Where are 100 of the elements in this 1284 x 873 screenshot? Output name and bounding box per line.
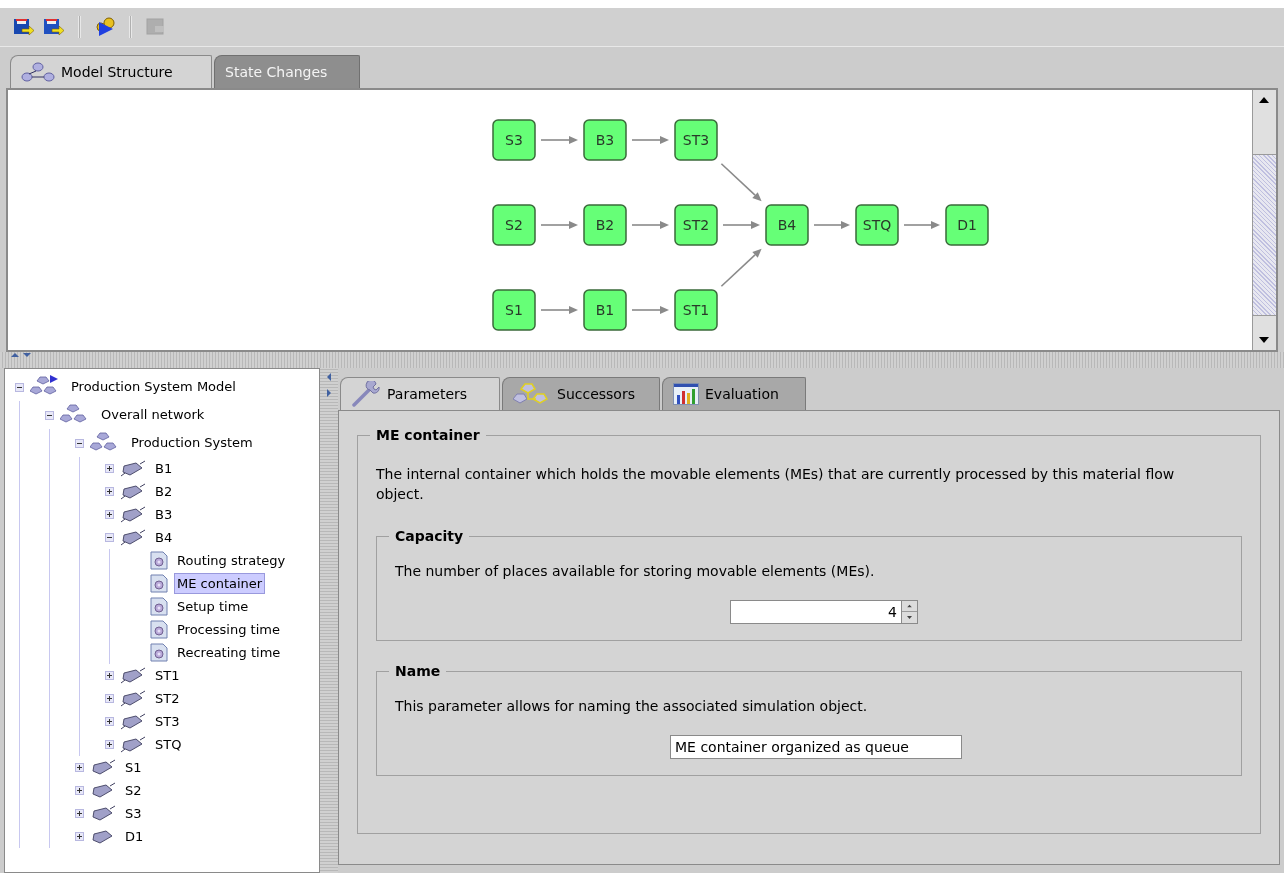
tree-item[interactable]: B2 (152, 480, 176, 503)
tree-item[interactable]: Overall network (98, 404, 208, 426)
tab[interactable]: Evaluation (662, 377, 806, 410)
expander-icon[interactable] (105, 533, 114, 542)
expander-icon[interactable] (105, 740, 114, 749)
wrench-icon (351, 381, 381, 407)
tab[interactable]: Successors (502, 377, 660, 410)
vertical-scrollbar[interactable] (1252, 90, 1276, 350)
expander-icon[interactable] (105, 717, 114, 726)
connector-arrow (903, 221, 940, 229)
expander-icon[interactable] (105, 487, 114, 496)
diagram-node[interactable]: ST3 (674, 119, 718, 161)
expander-icon[interactable] (75, 763, 84, 772)
expander-icon[interactable] (15, 382, 24, 392)
group-description: The number of places available for storing movable elements (MEs). (395, 562, 876, 581)
connector-arrow (631, 221, 669, 229)
toolbar-separator (78, 16, 81, 38)
expander-icon[interactable] (105, 510, 114, 519)
tree-item[interactable]: Routing strategy (174, 549, 289, 572)
object-icon (120, 505, 146, 524)
parameter-icon (150, 597, 168, 616)
object-icon (120, 528, 146, 547)
collapse-right-icon[interactable] (326, 388, 332, 398)
expander-icon[interactable] (45, 410, 54, 420)
diagram-node[interactable]: S2 (492, 204, 536, 246)
window-icon (146, 18, 166, 36)
diagram-node[interactable]: D1 (945, 204, 989, 246)
object-icon (120, 712, 146, 731)
object-icon (120, 459, 146, 478)
expander-icon[interactable] (75, 438, 84, 448)
diagram-node[interactable]: S1 (492, 289, 536, 331)
diagram-node[interactable]: ST1 (674, 289, 718, 331)
object-icon (120, 689, 146, 708)
scrollbar-thumb[interactable] (1253, 154, 1276, 316)
connector-arrow (540, 221, 578, 229)
tree-item[interactable]: B1 (152, 457, 176, 480)
toolbar-separator (129, 16, 132, 38)
tree-item[interactable]: S2 (122, 779, 145, 802)
tree-item[interactable]: D1 (122, 825, 147, 848)
object-icon (120, 482, 146, 501)
toolbar-button[interactable] (93, 15, 117, 39)
group-title: Name (394, 662, 442, 681)
parameter-icon (150, 551, 168, 570)
connector-arrow (813, 221, 850, 229)
tree-item[interactable]: ST2 (152, 687, 183, 710)
expander-icon[interactable] (105, 464, 114, 473)
parameter-icon (150, 620, 168, 639)
object-icon (90, 781, 116, 800)
diagram-node[interactable]: B4 (765, 204, 809, 246)
connector-arrow (540, 306, 578, 314)
connector-arrow (720, 162, 762, 202)
network-icon (21, 62, 55, 82)
tree-item[interactable]: ST1 (152, 664, 183, 687)
save-disk-icon (43, 18, 65, 36)
connector-arrow (720, 248, 762, 288)
connector-arrow (631, 136, 669, 144)
parameter-icon (150, 574, 168, 593)
group-description: This parameter allows for naming the associated simulation object. (395, 697, 869, 716)
expander-icon[interactable] (75, 832, 84, 841)
connector-arrow (540, 136, 578, 144)
name-input[interactable]: ME container organized as queue (670, 735, 962, 759)
save-disk-icon (13, 18, 35, 36)
tree-item[interactable]: Production System Model (68, 376, 239, 398)
expander-icon[interactable] (105, 694, 114, 703)
diagram-node[interactable]: ST2 (674, 204, 718, 246)
object-icon (90, 804, 116, 823)
tree-item[interactable]: Processing time (174, 618, 283, 641)
number-spinner[interactable]: 4 (730, 600, 918, 624)
bar-chart-icon (673, 383, 699, 405)
tree-item[interactable]: B4 (152, 526, 176, 549)
parameter-icon (150, 643, 168, 662)
group-title: Capacity (394, 527, 465, 546)
tree-item[interactable]: B3 (152, 503, 176, 526)
diagram-node[interactable]: B3 (583, 119, 627, 161)
tab[interactable]: Model Structure (10, 55, 212, 88)
diagram-node[interactable]: B1 (583, 289, 627, 331)
diagram-node[interactable]: STQ (855, 204, 899, 246)
diagram-node[interactable]: B2 (583, 204, 627, 246)
diagram-node[interactable]: S3 (492, 119, 536, 161)
parameter-description: The internal container which holds the movable elements (MEs) that are currently processed by this material flow object. (375, 465, 1176, 504)
expander-icon[interactable] (75, 809, 84, 818)
tree-item[interactable]: Setup time (174, 595, 252, 618)
tree-item[interactable]: S3 (122, 802, 145, 825)
tree-item[interactable]: Recreating time (174, 641, 284, 664)
number-input[interactable]: 4 (731, 601, 901, 623)
object-icon (120, 666, 146, 685)
connector-arrow (631, 306, 669, 314)
parameter-title: ME container (375, 426, 481, 445)
expander-icon[interactable] (105, 671, 114, 680)
tree-item[interactable]: S1 (122, 756, 145, 779)
object-icon (120, 735, 146, 754)
expander-icon[interactable] (75, 786, 84, 795)
tree-item[interactable]: ME container (174, 572, 266, 595)
tab[interactable]: Parameters (340, 377, 500, 410)
collapse-left-icon[interactable] (326, 372, 332, 382)
object-icon (90, 758, 116, 777)
connector-arrow (722, 221, 760, 229)
tree-item[interactable]: ST3 (152, 710, 183, 733)
tree-item[interactable]: Production System (128, 432, 256, 454)
tree-item[interactable]: STQ (152, 733, 185, 756)
